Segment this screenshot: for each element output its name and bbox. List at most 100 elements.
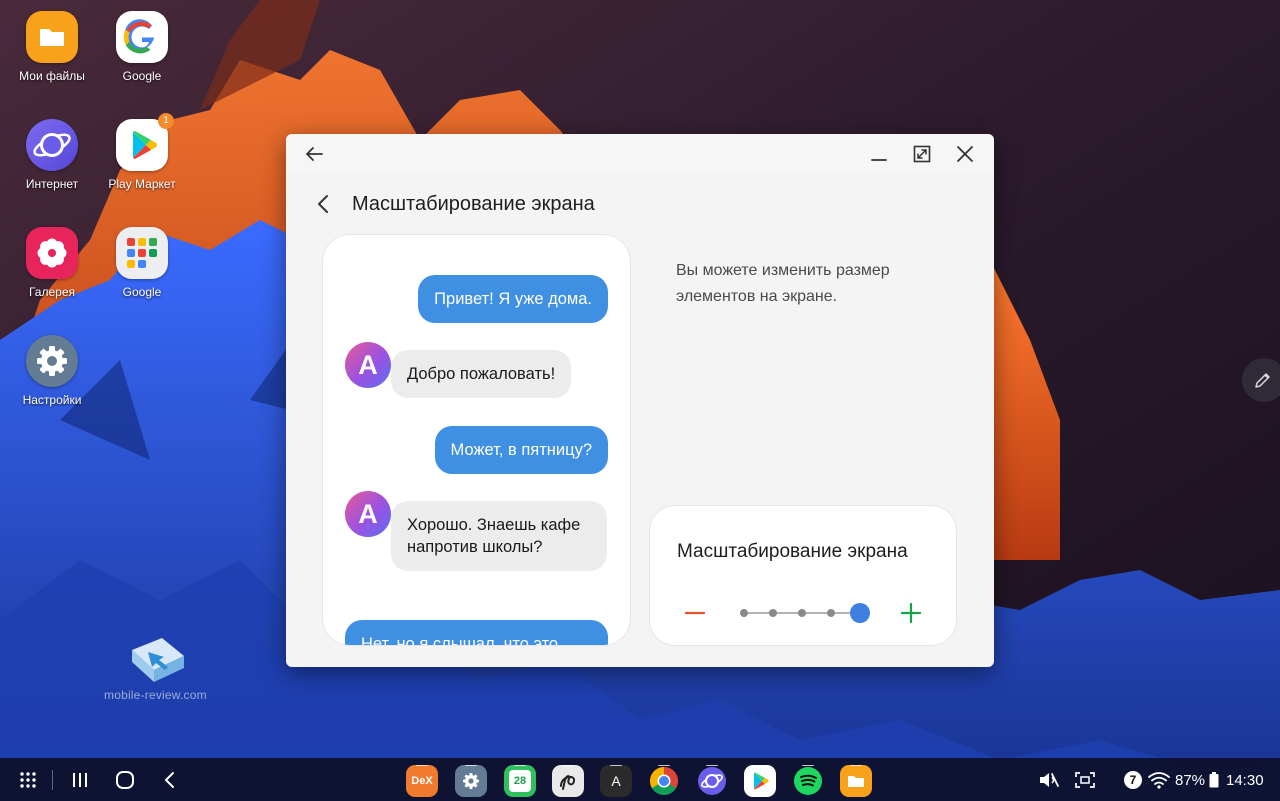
notification-badge: 1	[158, 113, 174, 129]
battery-percent: 87%	[1175, 771, 1206, 789]
desktop-icon-label: Google	[122, 285, 162, 299]
pen-up-icon	[560, 775, 575, 790]
maximize-button[interactable]	[908, 140, 936, 168]
clock[interactable]: 14:30	[1226, 766, 1264, 794]
close-icon	[957, 146, 973, 162]
message-bubble-incoming: Добро пожаловать!	[391, 350, 572, 398]
samsung-internet-icon	[698, 767, 726, 795]
google-apps-folder-icon	[116, 227, 168, 279]
desktop-icon-gallery[interactable]: Галерея	[2, 227, 102, 299]
dock-app-penup[interactable]	[552, 765, 584, 797]
apps-grid-button[interactable]	[14, 766, 42, 794]
gallery-icon	[26, 227, 78, 279]
dock-app-chrome[interactable]	[648, 765, 680, 797]
desktop-icon-label: Настройки	[22, 393, 82, 407]
play-store-icon	[754, 772, 769, 790]
watermark-text: mobile-review.com	[104, 688, 207, 702]
screen-capture-button[interactable]	[1072, 766, 1098, 794]
battery-status	[1208, 766, 1220, 794]
edge-panel-handle[interactable]	[1242, 358, 1280, 402]
back-button[interactable]	[156, 766, 184, 794]
desktop-icon-label: Play Маркет	[108, 177, 176, 191]
home-icon	[116, 771, 134, 789]
play-store-icon: 1	[116, 113, 174, 171]
description-text: Вы можете изменить размер элементов на э…	[676, 262, 890, 305]
minimize-icon	[871, 159, 887, 161]
desktop-icon-internet[interactable]: Интернет	[2, 119, 102, 191]
decrease-scale-button[interactable]	[682, 600, 708, 626]
taskbar: DeX 28 A 7 87% 14:30	[0, 758, 1280, 801]
wifi-status[interactable]	[1147, 766, 1171, 794]
avatar: A	[345, 491, 391, 537]
mute-status[interactable]	[1036, 766, 1062, 794]
watermark-logo	[132, 638, 184, 682]
scale-card: Масштабирование экрана	[649, 505, 957, 646]
desktop-icon-label: Google	[122, 69, 162, 83]
desktop-icon-settings[interactable]: Настройки	[2, 335, 102, 407]
chevron-left-icon	[318, 195, 328, 213]
desktop-icon-label: Мои файлы	[19, 69, 85, 83]
desktop-icon-my-files[interactable]: Мои файлы	[2, 11, 102, 83]
my-files-icon	[848, 776, 864, 787]
minimize-button[interactable]	[865, 140, 893, 168]
message-bubble-outgoing: Может, в пятницу?	[434, 426, 608, 474]
apps-grid-icon	[20, 772, 36, 788]
maximize-icon	[913, 145, 931, 163]
slider-step	[827, 609, 835, 617]
page-header: Масштабирование экрана	[286, 186, 994, 222]
google-icon	[116, 11, 168, 63]
message-bubble-outgoing: Привет! Я уже дома.	[418, 275, 608, 323]
wifi-icon	[1148, 772, 1170, 789]
slider-thumb	[850, 603, 870, 623]
page-back-button[interactable]	[310, 190, 338, 218]
window-titlebar[interactable]	[286, 134, 994, 172]
scale-card-title: Масштабирование экрана	[677, 541, 908, 562]
notification-counter[interactable]: 7	[1123, 766, 1143, 794]
slider-step	[798, 609, 806, 617]
dock-app-samsung-internet[interactable]	[696, 765, 728, 797]
taskbar-divider	[52, 770, 53, 790]
settings-window: Масштабирование экрана Привет! Я уже дом…	[286, 134, 994, 667]
dock-app-spotify[interactable]	[792, 765, 824, 797]
recents-button[interactable]	[66, 766, 94, 794]
home-button[interactable]	[111, 766, 139, 794]
page-title: Масштабирование экрана	[352, 193, 595, 215]
dex-icon: DeX	[411, 775, 433, 787]
scale-slider[interactable]	[738, 600, 878, 626]
avatar: A	[345, 342, 391, 388]
dock-app-dex[interactable]: DeX	[406, 765, 438, 797]
slider-step	[740, 609, 748, 617]
pencil-icon	[1255, 373, 1270, 388]
chat-preview: Привет! Я уже дома. A Добро пожаловать! …	[322, 234, 631, 646]
dock-app-settings[interactable]	[455, 765, 487, 797]
desktop-icon-play-market[interactable]: 1 Play Маркет	[92, 113, 192, 191]
calendar-icon: 28	[509, 770, 531, 792]
notification-count: 7	[1124, 771, 1142, 789]
slider-step	[769, 609, 777, 617]
back-icon	[165, 772, 174, 788]
settings-icon	[26, 335, 78, 387]
close-button[interactable]	[951, 140, 979, 168]
folder-icon	[26, 11, 78, 63]
screen-capture-icon	[1075, 772, 1095, 788]
samsung-internet-icon	[26, 119, 78, 171]
desktop-icon-google[interactable]: Google	[92, 11, 192, 83]
dock-app-my-files[interactable]	[840, 765, 872, 797]
spotify-icon	[794, 767, 822, 795]
desktop-icon-google-folder[interactable]: Google	[92, 227, 192, 299]
message-bubble-incoming: Хорошо. Знаешь кафе напротив школы?	[391, 501, 607, 571]
volume-muted-icon	[1040, 773, 1059, 787]
font-app-icon: A	[611, 773, 621, 789]
recents-icon	[73, 773, 87, 787]
arrow-left-icon	[306, 147, 323, 161]
battery-icon	[1209, 772, 1219, 788]
desktop-icon-label: Интернет	[25, 177, 79, 191]
titlebar-back-button[interactable]	[300, 140, 328, 168]
settings-icon	[463, 773, 479, 789]
message-bubble-outgoing: Нет, но я слышал, что это	[345, 620, 608, 645]
dock-app-font[interactable]: A	[600, 765, 632, 797]
desktop-icon-label: Галерея	[28, 285, 76, 299]
increase-scale-button[interactable]	[898, 600, 924, 626]
dock-app-play-store[interactable]	[744, 765, 776, 797]
dock-app-calendar[interactable]: 28	[504, 765, 536, 797]
